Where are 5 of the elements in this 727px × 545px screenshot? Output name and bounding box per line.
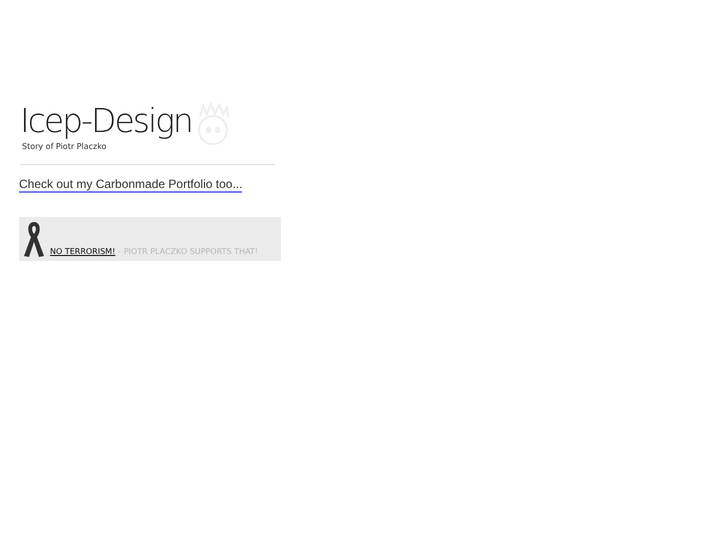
no-terrorism-link[interactable]: NO TERRORISM! bbox=[50, 247, 116, 257]
site-title: Icep-Design bbox=[20, 100, 192, 142]
portfolio-link[interactable]: Check out my Carbonmade Portfolio too... bbox=[19, 177, 242, 193]
tagline: Story of Piotr Placzko bbox=[22, 142, 108, 152]
ribbon-icon bbox=[22, 220, 46, 258]
